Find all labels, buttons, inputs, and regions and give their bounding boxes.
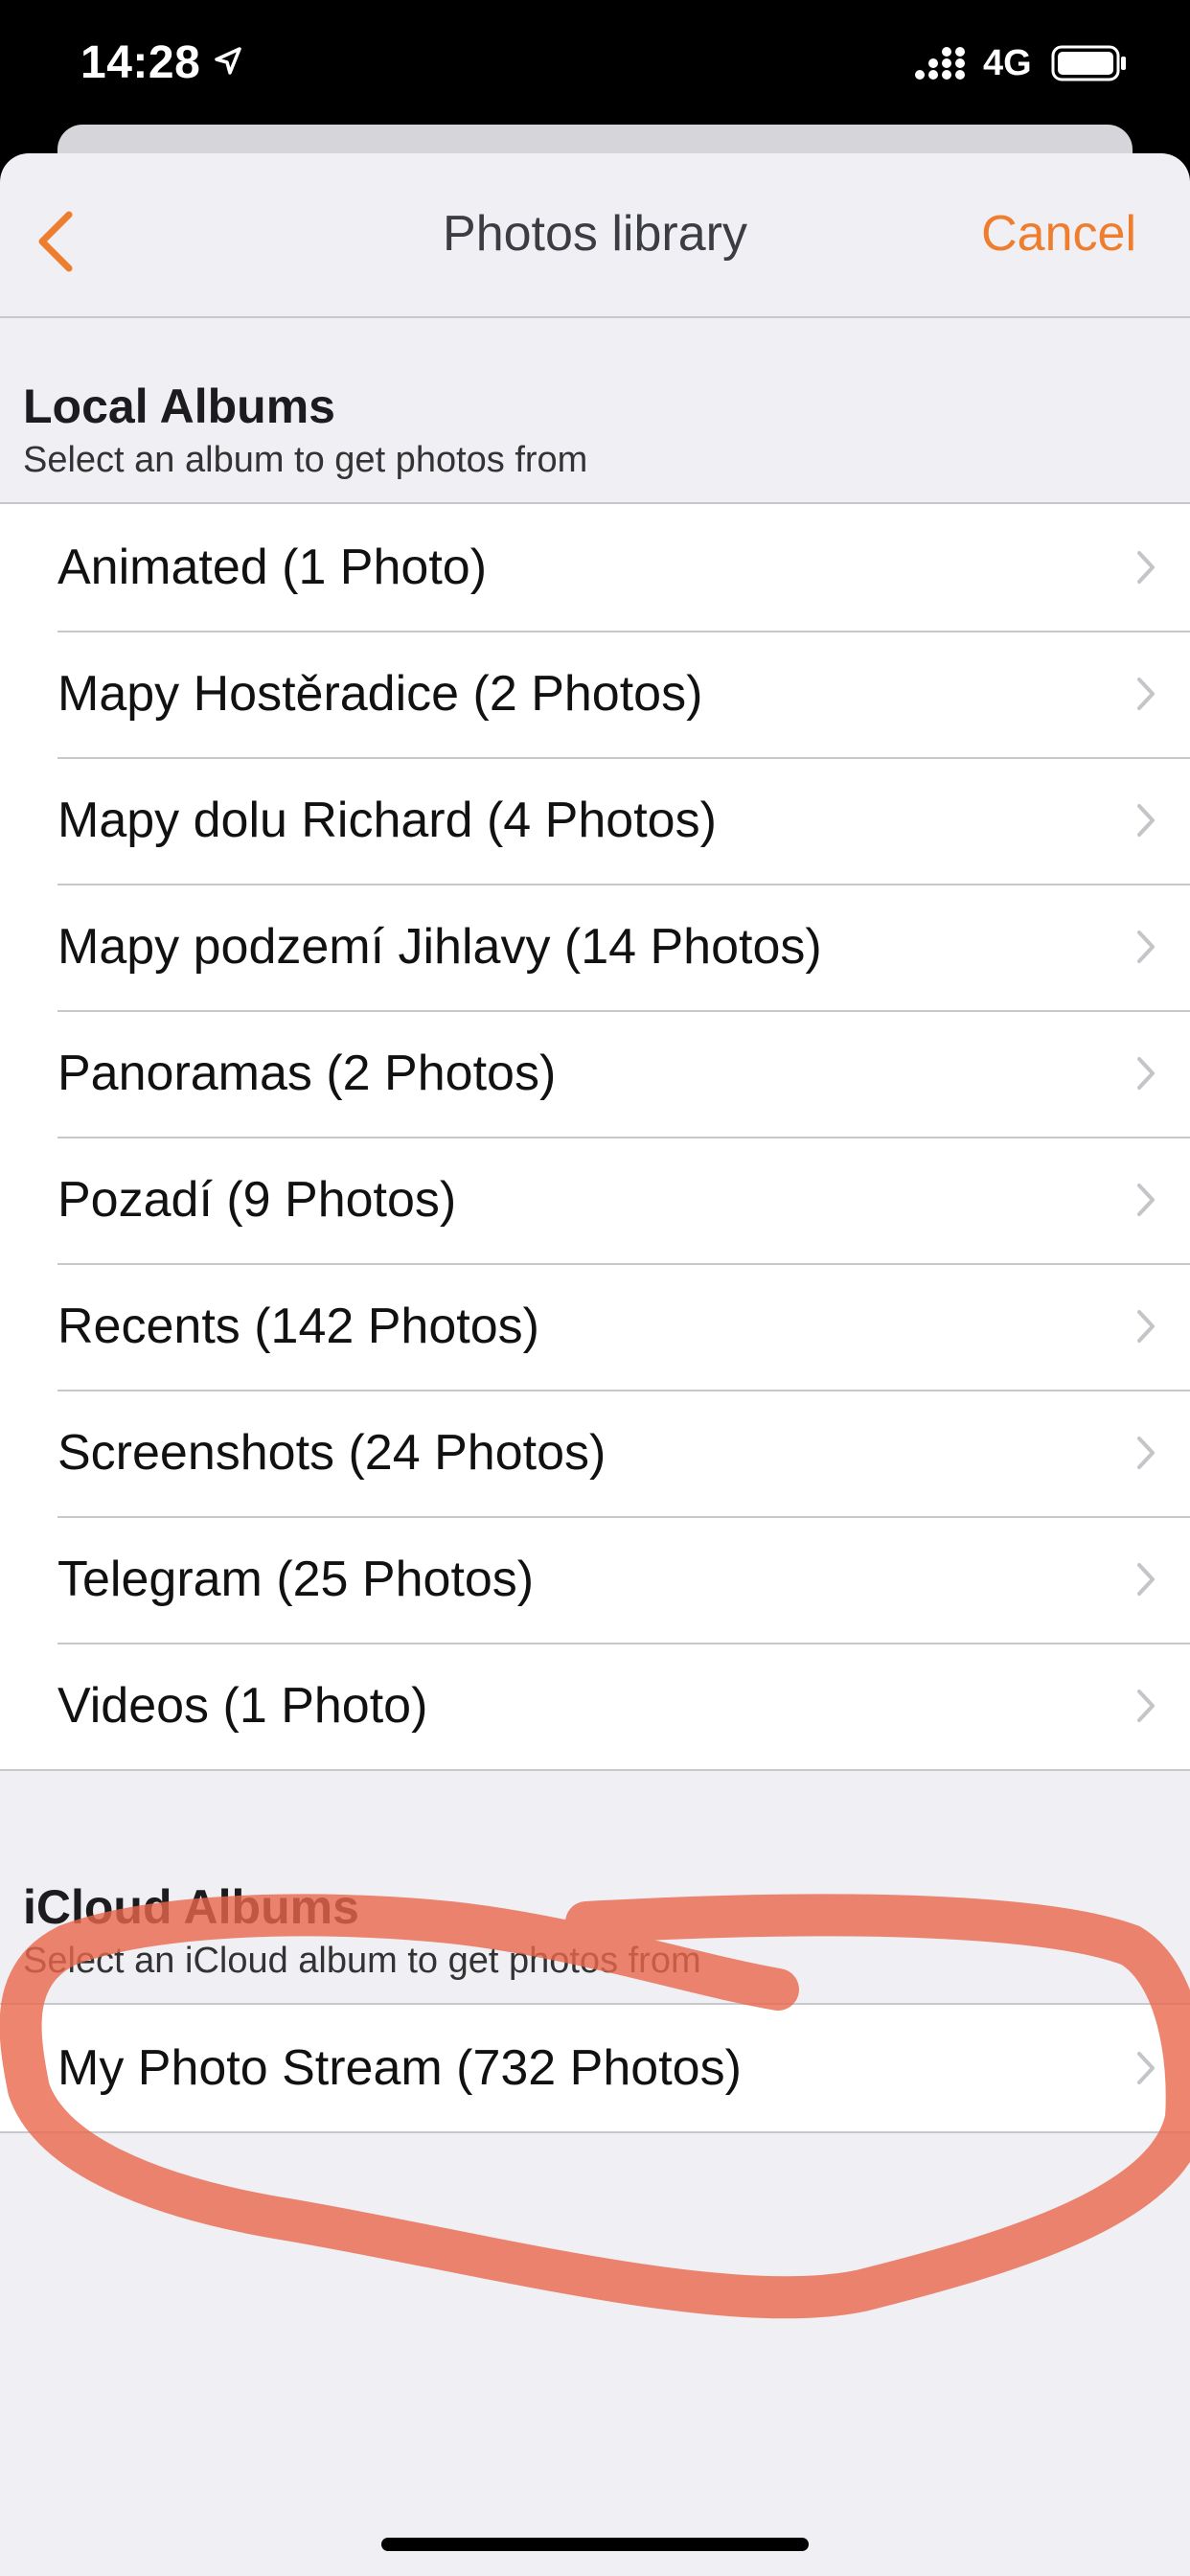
album-row[interactable]: Mapy podzemí Jihlavy (14 Photos) xyxy=(0,884,1190,1010)
location-arrow-icon xyxy=(213,46,243,81)
local-albums-header: Local Albums Select an album to get phot… xyxy=(23,378,587,483)
album-row[interactable]: Telegram (25 Photos) xyxy=(0,1516,1190,1643)
album-row[interactable]: Pozadí (9 Photos) xyxy=(0,1137,1190,1263)
network-type: 4G xyxy=(983,43,1032,83)
chevron-right-icon xyxy=(1137,678,1155,710)
album-label: Animated (1 Photo) xyxy=(57,540,488,595)
chevron-right-icon xyxy=(1137,1437,1155,1469)
section-subtitle: Select an album to get photos from xyxy=(23,440,588,480)
photos-library-sheet: Photos library Cancel Local Albums Selec… xyxy=(0,153,1190,2576)
album-label: Screenshots (24 Photos) xyxy=(57,1425,606,1481)
album-row[interactable]: Recents (142 Photos) xyxy=(0,1263,1190,1390)
navigation-bar: Photos library Cancel xyxy=(0,153,1190,318)
section-title: iCloud Albums xyxy=(23,1880,359,1934)
home-indicator xyxy=(381,2538,809,2551)
status-bar: 14:28 4G xyxy=(0,0,1190,134)
chevron-right-icon xyxy=(1137,1057,1155,1090)
album-row[interactable]: Mapy dolu Richard (4 Photos) xyxy=(0,757,1190,884)
album-row[interactable]: Panoramas (2 Photos) xyxy=(0,1010,1190,1137)
album-row[interactable]: My Photo Stream (732 Photos) xyxy=(0,2005,1190,2131)
status-time: 14:28 xyxy=(80,37,201,88)
chevron-right-icon xyxy=(1137,551,1155,584)
album-label: My Photo Stream (732 Photos) xyxy=(57,2040,742,2096)
album-label: Mapy dolu Richard (4 Photos) xyxy=(57,793,717,848)
chevron-right-icon xyxy=(1137,1563,1155,1596)
album-label: Mapy Hostěradice (2 Photos) xyxy=(57,666,703,722)
chevron-right-icon xyxy=(1137,1690,1155,1722)
chevron-right-icon xyxy=(1137,931,1155,963)
album-row[interactable]: Animated (1 Photo) xyxy=(0,504,1190,631)
album-label: Mapy podzemí Jihlavy (14 Photos) xyxy=(57,919,822,975)
signal-bars-icon xyxy=(914,46,968,85)
album-row[interactable]: Mapy Hostěradice (2 Photos) xyxy=(0,631,1190,757)
chevron-right-icon xyxy=(1137,2052,1155,2084)
album-row[interactable]: Videos (1 Photo) xyxy=(0,1643,1190,1769)
battery-icon xyxy=(1051,45,1128,86)
album-label: Panoramas (2 Photos) xyxy=(57,1046,557,1101)
local-albums-list: Animated (1 Photo) Mapy Hostěradice (2 Ph… xyxy=(0,502,1190,1771)
icloud-albums-header: iCloud Albums Select an iCloud album to … xyxy=(23,1878,701,1984)
icloud-albums-list: My Photo Stream (732 Photos) xyxy=(0,2003,1190,2133)
chevron-right-icon xyxy=(1137,804,1155,837)
section-subtitle: Select an iCloud album to get photos fro… xyxy=(23,1941,701,1981)
chevron-right-icon xyxy=(1137,1184,1155,1216)
album-label: Recents (142 Photos) xyxy=(57,1299,539,1354)
album-label: Videos (1 Photo) xyxy=(57,1678,428,1734)
album-row[interactable]: Screenshots (24 Photos) xyxy=(0,1390,1190,1516)
section-title: Local Albums xyxy=(23,380,335,433)
album-label: Telegram (25 Photos) xyxy=(57,1552,535,1607)
chevron-right-icon xyxy=(1137,1310,1155,1343)
cancel-button[interactable]: Cancel xyxy=(981,205,1136,263)
album-label: Pozadí (9 Photos) xyxy=(57,1172,457,1228)
